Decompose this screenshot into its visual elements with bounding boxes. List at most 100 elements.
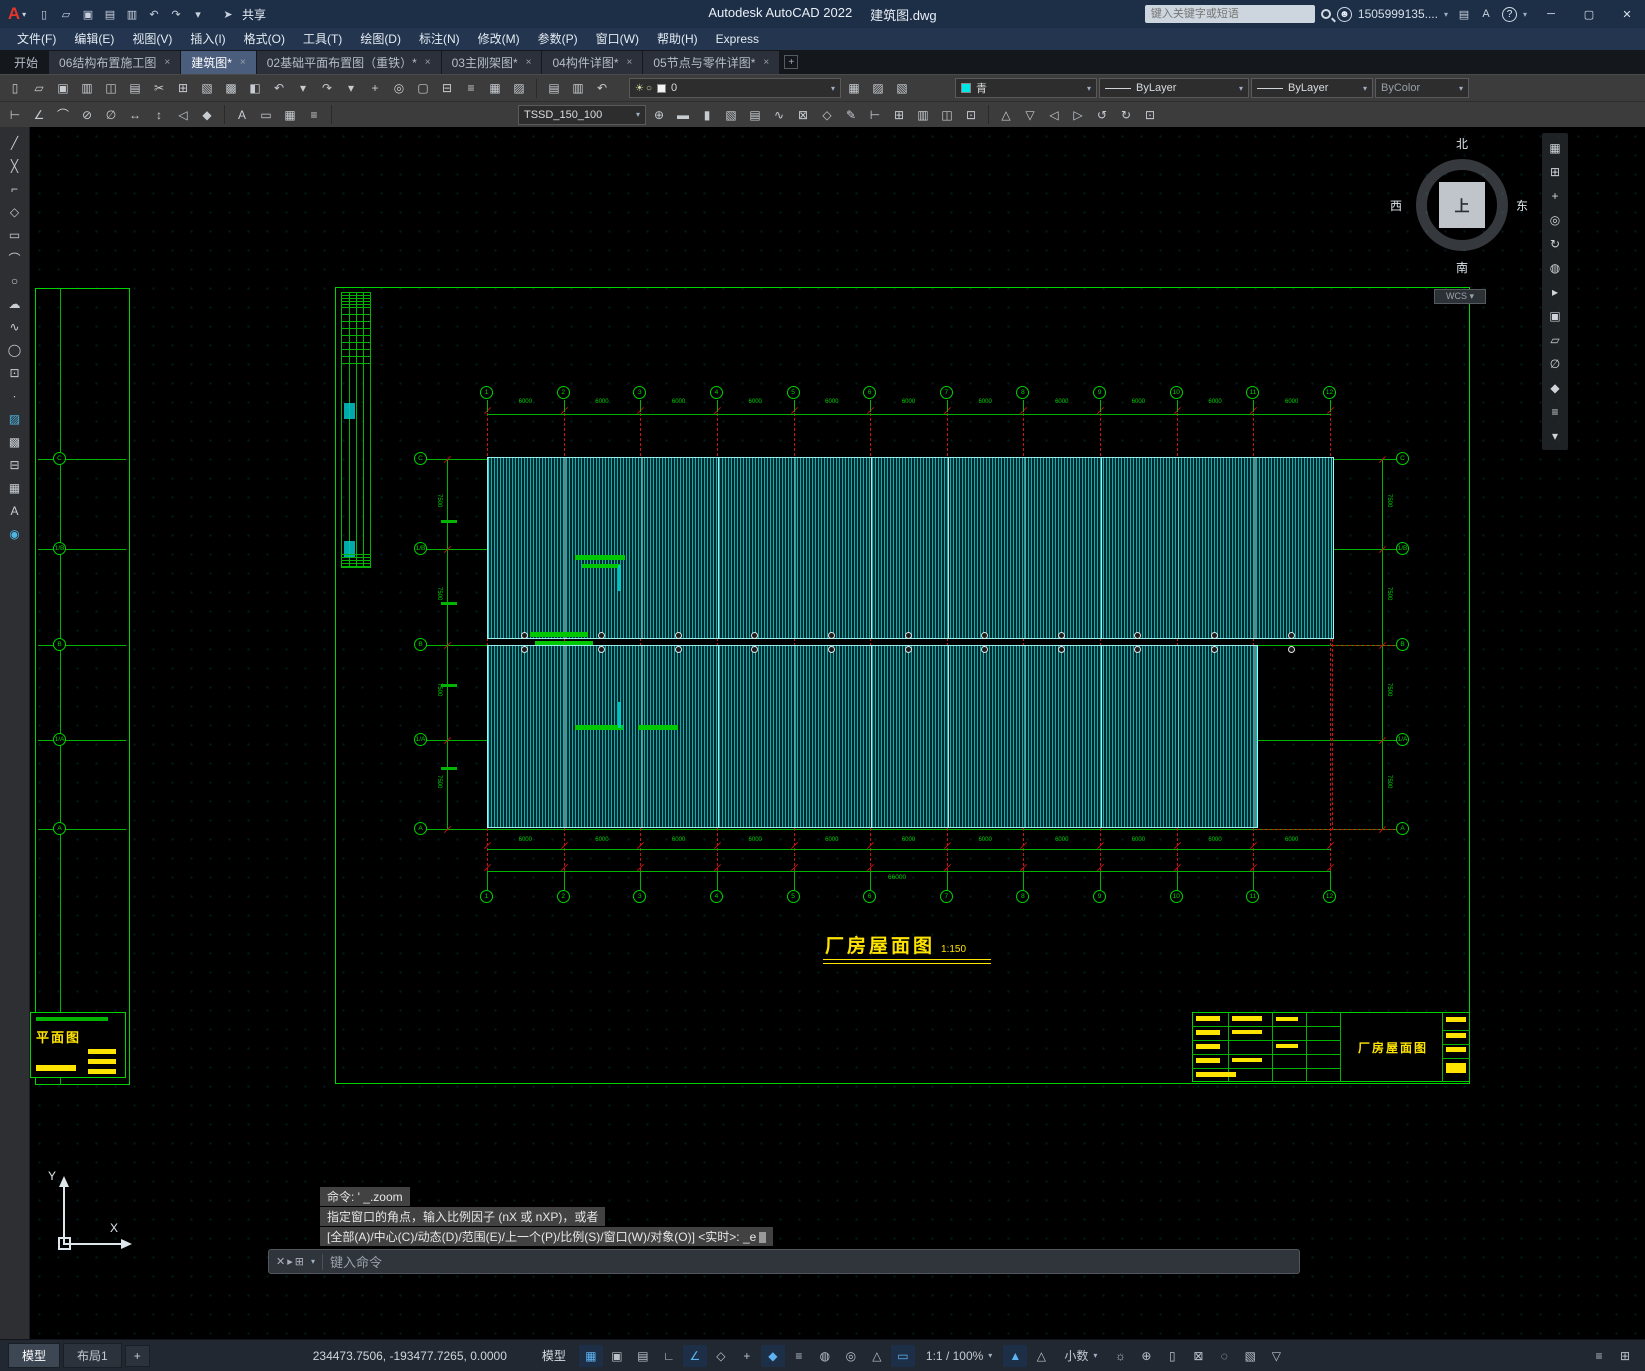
tssd-wall-icon[interactable]: ▥ xyxy=(912,104,934,125)
menu-item[interactable]: 工具(T) xyxy=(294,28,351,50)
tssd-beam-icon[interactable]: ▬ xyxy=(672,104,694,125)
point-style-icon[interactable]: ◉ xyxy=(4,525,26,543)
ucs-world-icon[interactable]: ◆ xyxy=(1545,378,1565,397)
object-snap-tracking-icon[interactable]: + xyxy=(735,1345,759,1367)
menu-item[interactable]: Express xyxy=(707,28,768,50)
designcenter-icon[interactable]: ▦ xyxy=(484,78,506,99)
menu-item[interactable]: 插入(I) xyxy=(181,28,234,50)
undo-icon[interactable]: ↶ xyxy=(268,78,290,99)
dim-diameter-icon[interactable]: ∅ xyxy=(100,104,122,125)
close-tab-icon[interactable]: × xyxy=(526,57,532,68)
tssd-door-icon[interactable]: ◫ xyxy=(936,104,958,125)
menu-item[interactable]: 视图(V) xyxy=(123,28,181,50)
undo-list-icon[interactable]: ▾ xyxy=(292,78,314,99)
model-tab[interactable]: 模型 xyxy=(8,1343,61,1368)
menu-item[interactable]: 格式(O) xyxy=(235,28,294,50)
isolate-objects-icon[interactable]: ◌ xyxy=(1212,1345,1236,1367)
user-avatar-icon[interactable]: ☻ xyxy=(1336,6,1352,22)
maximize-button[interactable]: ▢ xyxy=(1571,0,1607,28)
dynamic-ucs-icon[interactable]: △ xyxy=(865,1345,889,1367)
steering-wheel-icon[interactable]: ◍ xyxy=(1545,258,1565,277)
menu-item[interactable]: 绘图(D) xyxy=(351,28,410,50)
dim-aligned-icon[interactable]: ∠ xyxy=(28,104,50,125)
mtext-icon[interactable]: A xyxy=(4,502,26,520)
model-space-toggle[interactable]: 模型 xyxy=(532,1344,576,1367)
tssd-window-icon[interactable]: ⊡ xyxy=(960,104,982,125)
dim-angular-icon[interactable]: ⌒ xyxy=(52,104,74,125)
infer-constraints-icon[interactable]: ▤ xyxy=(631,1345,655,1367)
user-menu-caret-icon[interactable]: ▾ xyxy=(1444,10,1448,19)
menu-item[interactable]: 窗口(W) xyxy=(587,28,648,50)
tssd-stair-icon[interactable]: ▤ xyxy=(744,104,766,125)
tssd-text-icon[interactable]: ✎ xyxy=(840,104,862,125)
revcloud-icon[interactable]: ☁ xyxy=(4,295,26,313)
new-layout-tab[interactable]: + xyxy=(124,1344,150,1367)
command-suggest-icon[interactable]: ▸ xyxy=(287,1255,293,1268)
layer-walk-icon[interactable]: ▧ xyxy=(891,78,913,99)
viewcube-north-label[interactable]: 北 xyxy=(1454,135,1470,152)
plot-icon[interactable]: ▥ xyxy=(122,4,142,24)
pan-icon[interactable]: + xyxy=(364,78,386,99)
line-icon[interactable]: ╱ xyxy=(4,134,26,152)
menu-item[interactable]: 参数(P) xyxy=(529,28,587,50)
layer-on-icon[interactable]: ☀ xyxy=(635,83,644,94)
table-icon[interactable]: ▦ xyxy=(279,104,301,125)
snap-icon[interactable]: ▣ xyxy=(605,1345,629,1367)
dim-linear-icon[interactable]: ⊢ xyxy=(4,104,26,125)
qat-customize-icon[interactable]: ▾ xyxy=(188,4,208,24)
zoom-extents-icon[interactable]: ▣ xyxy=(1545,306,1565,325)
properties-icon[interactable]: ≡ xyxy=(460,78,482,99)
save-icon[interactable]: ▣ xyxy=(52,78,74,99)
dim-style-icon[interactable]: ◆ xyxy=(196,104,218,125)
layout-icon[interactable]: △ xyxy=(995,104,1017,125)
viewcube-west-label[interactable]: 西 xyxy=(1390,197,1406,214)
new-icon[interactable]: ▯ xyxy=(4,78,26,99)
fullscreen-icon[interactable]: ⊞ xyxy=(1545,162,1565,181)
nav-settings-icon[interactable]: ≡ xyxy=(1545,402,1565,421)
table-icon[interactable]: ▦ xyxy=(4,479,26,497)
lock-ui-icon[interactable]: ⊠ xyxy=(1186,1345,1210,1367)
layer-previous-icon[interactable]: ↶ xyxy=(591,78,613,99)
wcs-control[interactable]: WCS ▾ xyxy=(1434,289,1486,304)
viewcube-top-face[interactable]: 上 xyxy=(1439,182,1485,228)
grid-icon[interactable]: ▦ xyxy=(578,1344,603,1367)
search-icon[interactable] xyxy=(1320,9,1331,19)
dim-baseline-icon[interactable]: ↕ xyxy=(148,104,170,125)
dim-radius-icon[interactable]: ⊘ xyxy=(76,104,98,125)
viewcube-south-label[interactable]: 南 xyxy=(1454,259,1470,276)
transparency-icon[interactable]: ◍ xyxy=(813,1345,837,1367)
close-button[interactable]: ✕ xyxy=(1609,0,1645,28)
units-control[interactable]: 小数 ▾ xyxy=(1056,1344,1105,1367)
mtext-icon[interactable]: ▭ xyxy=(255,104,277,125)
layer-state-icon[interactable]: ▨ xyxy=(867,78,889,99)
help-search-input[interactable] xyxy=(1144,5,1315,23)
layer-freeze-icon[interactable]: ○ xyxy=(646,83,652,94)
publish-icon[interactable]: ▤ xyxy=(124,78,146,99)
zoom-window-icon[interactable]: ▢ xyxy=(412,78,434,99)
plot-icon[interactable]: ▥ xyxy=(76,78,98,99)
xline-icon[interactable]: ╳ xyxy=(4,157,26,175)
share-button[interactable]: ➤ 共享 xyxy=(218,4,266,24)
save-icon[interactable]: ▣ xyxy=(78,4,98,24)
zoom-realtime-icon[interactable]: ◎ xyxy=(388,78,410,99)
paste-icon[interactable]: ▧ xyxy=(196,78,218,99)
lineweight-icon[interactable]: ≡ xyxy=(787,1345,811,1367)
filter-icon[interactable]: ▽ xyxy=(1264,1345,1288,1367)
showmotion-icon[interactable]: ▸ xyxy=(1545,282,1565,301)
settings-icon[interactable]: ⊡ xyxy=(1139,104,1161,125)
gradient-icon[interactable]: ▩ xyxy=(4,433,26,451)
menu-item[interactable]: 帮助(H) xyxy=(648,28,707,50)
navbar-grid-icon[interactable]: ▦ xyxy=(1545,138,1565,157)
drawing-canvas[interactable]: C 1/B B 1/A A 平面图 7500 7500 7500 7500 7500 7500 7500… xyxy=(30,127,1645,1339)
customization-icon[interactable]: ≡ xyxy=(1587,1345,1611,1367)
circle-icon[interactable]: ○ xyxy=(4,272,26,290)
command-close-icon[interactable]: ✕ xyxy=(276,1255,285,1268)
redo-list-icon[interactable]: ▾ xyxy=(340,78,362,99)
zoom-icon[interactable]: ◎ xyxy=(1545,210,1565,229)
help-menu-caret-icon[interactable]: ▾ xyxy=(1523,10,1527,19)
apps-icon[interactable]: A xyxy=(1476,4,1496,24)
dynamic-input-icon[interactable]: ▭ xyxy=(890,1344,915,1367)
refresh-icon[interactable]: ↺ xyxy=(1091,104,1113,125)
file-tab[interactable]: 开始 xyxy=(4,51,48,74)
insert-block-icon[interactable]: ⊡ xyxy=(4,364,26,382)
